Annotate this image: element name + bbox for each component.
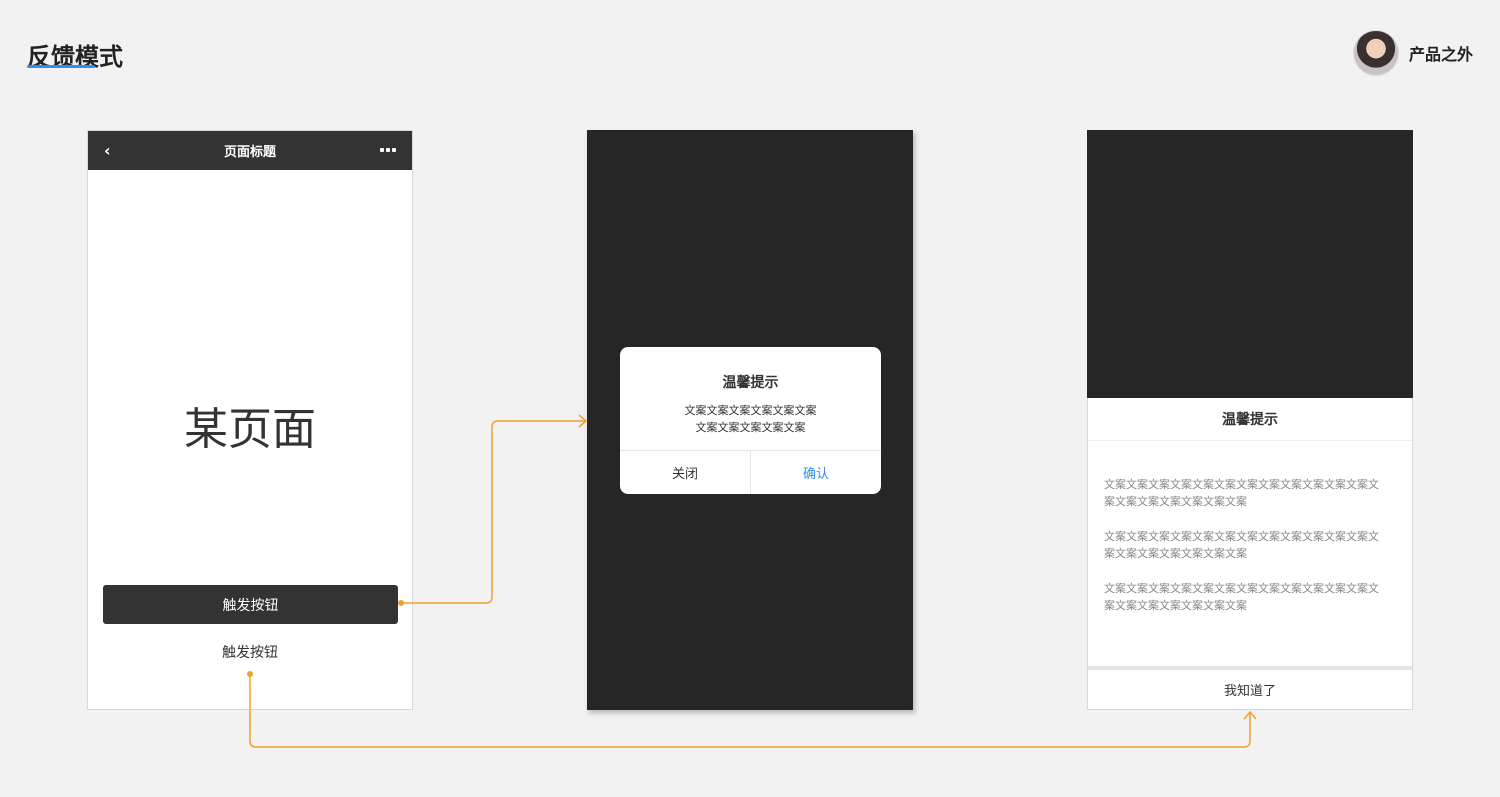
flow-start-dot [247, 671, 253, 677]
flow-line-to-dialog [401, 420, 585, 604]
flow-start-dot [398, 600, 404, 606]
flow-line-to-sheet [249, 674, 1251, 748]
flow-connectors [247, 414, 1257, 748]
